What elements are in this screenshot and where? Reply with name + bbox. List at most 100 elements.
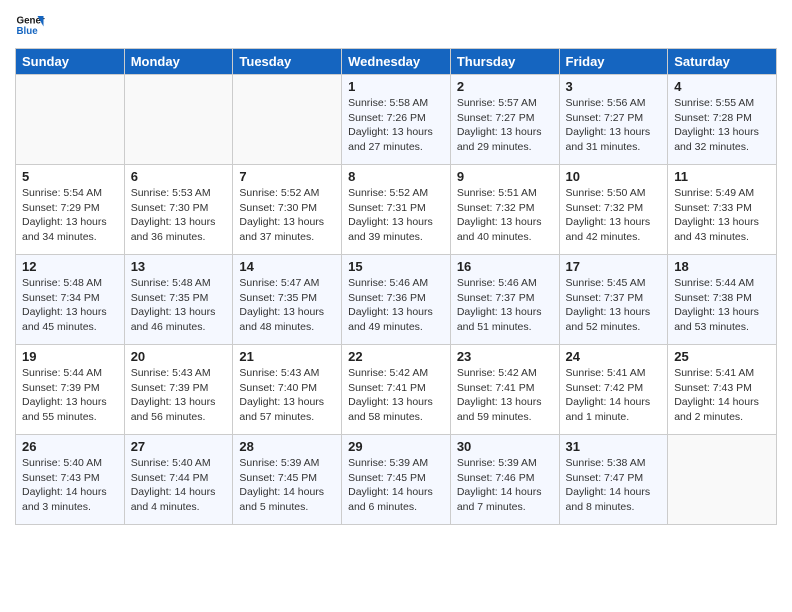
- day-info: Sunrise: 5:41 AMSunset: 7:43 PMDaylight:…: [674, 366, 770, 425]
- week-row-5: 26 Sunrise: 5:40 AMSunset: 7:43 PMDaylig…: [16, 435, 777, 525]
- day-number: 15: [348, 259, 444, 274]
- day-info: Sunrise: 5:47 AMSunset: 7:35 PMDaylight:…: [239, 276, 335, 335]
- day-info: Sunrise: 5:46 AMSunset: 7:37 PMDaylight:…: [457, 276, 553, 335]
- day-info: Sunrise: 5:42 AMSunset: 7:41 PMDaylight:…: [457, 366, 553, 425]
- column-header-sunday: Sunday: [16, 49, 125, 75]
- day-info: Sunrise: 5:51 AMSunset: 7:32 PMDaylight:…: [457, 186, 553, 245]
- day-info: Sunrise: 5:49 AMSunset: 7:33 PMDaylight:…: [674, 186, 770, 245]
- week-row-3: 12 Sunrise: 5:48 AMSunset: 7:34 PMDaylig…: [16, 255, 777, 345]
- day-info: Sunrise: 5:53 AMSunset: 7:30 PMDaylight:…: [131, 186, 227, 245]
- day-cell: 15 Sunrise: 5:46 AMSunset: 7:36 PMDaylig…: [342, 255, 451, 345]
- day-info: Sunrise: 5:43 AMSunset: 7:39 PMDaylight:…: [131, 366, 227, 425]
- day-number: 5: [22, 169, 118, 184]
- day-cell: 13 Sunrise: 5:48 AMSunset: 7:35 PMDaylig…: [124, 255, 233, 345]
- day-info: Sunrise: 5:39 AMSunset: 7:45 PMDaylight:…: [348, 456, 444, 515]
- calendar-body: 1 Sunrise: 5:58 AMSunset: 7:26 PMDayligh…: [16, 75, 777, 525]
- day-cell: 12 Sunrise: 5:48 AMSunset: 7:34 PMDaylig…: [16, 255, 125, 345]
- day-number: 25: [674, 349, 770, 364]
- day-info: Sunrise: 5:56 AMSunset: 7:27 PMDaylight:…: [566, 96, 662, 155]
- day-cell: 30 Sunrise: 5:39 AMSunset: 7:46 PMDaylig…: [450, 435, 559, 525]
- day-cell: 25 Sunrise: 5:41 AMSunset: 7:43 PMDaylig…: [668, 345, 777, 435]
- day-info: Sunrise: 5:41 AMSunset: 7:42 PMDaylight:…: [566, 366, 662, 425]
- day-number: 16: [457, 259, 553, 274]
- day-info: Sunrise: 5:42 AMSunset: 7:41 PMDaylight:…: [348, 366, 444, 425]
- day-cell: 26 Sunrise: 5:40 AMSunset: 7:43 PMDaylig…: [16, 435, 125, 525]
- week-row-1: 1 Sunrise: 5:58 AMSunset: 7:26 PMDayligh…: [16, 75, 777, 165]
- day-cell: 5 Sunrise: 5:54 AMSunset: 7:29 PMDayligh…: [16, 165, 125, 255]
- day-info: Sunrise: 5:54 AMSunset: 7:29 PMDaylight:…: [22, 186, 118, 245]
- day-number: 20: [131, 349, 227, 364]
- day-info: Sunrise: 5:39 AMSunset: 7:46 PMDaylight:…: [457, 456, 553, 515]
- calendar-table: SundayMondayTuesdayWednesdayThursdayFrid…: [15, 48, 777, 525]
- day-info: Sunrise: 5:55 AMSunset: 7:28 PMDaylight:…: [674, 96, 770, 155]
- day-cell: 10 Sunrise: 5:50 AMSunset: 7:32 PMDaylig…: [559, 165, 668, 255]
- day-number: 11: [674, 169, 770, 184]
- column-header-tuesday: Tuesday: [233, 49, 342, 75]
- svg-text:Blue: Blue: [17, 26, 39, 37]
- column-header-monday: Monday: [124, 49, 233, 75]
- logo: General Blue: [15, 10, 45, 40]
- day-number: 23: [457, 349, 553, 364]
- day-cell: 2 Sunrise: 5:57 AMSunset: 7:27 PMDayligh…: [450, 75, 559, 165]
- day-number: 28: [239, 439, 335, 454]
- day-info: Sunrise: 5:43 AMSunset: 7:40 PMDaylight:…: [239, 366, 335, 425]
- day-info: Sunrise: 5:38 AMSunset: 7:47 PMDaylight:…: [566, 456, 662, 515]
- day-cell: 20 Sunrise: 5:43 AMSunset: 7:39 PMDaylig…: [124, 345, 233, 435]
- day-number: 14: [239, 259, 335, 274]
- day-info: Sunrise: 5:40 AMSunset: 7:43 PMDaylight:…: [22, 456, 118, 515]
- day-number: 19: [22, 349, 118, 364]
- day-info: Sunrise: 5:52 AMSunset: 7:30 PMDaylight:…: [239, 186, 335, 245]
- day-cell: 27 Sunrise: 5:40 AMSunset: 7:44 PMDaylig…: [124, 435, 233, 525]
- day-info: Sunrise: 5:45 AMSunset: 7:37 PMDaylight:…: [566, 276, 662, 335]
- day-info: Sunrise: 5:58 AMSunset: 7:26 PMDaylight:…: [348, 96, 444, 155]
- day-info: Sunrise: 5:52 AMSunset: 7:31 PMDaylight:…: [348, 186, 444, 245]
- day-number: 31: [566, 439, 662, 454]
- day-info: Sunrise: 5:46 AMSunset: 7:36 PMDaylight:…: [348, 276, 444, 335]
- day-number: 13: [131, 259, 227, 274]
- column-header-friday: Friday: [559, 49, 668, 75]
- day-cell: 11 Sunrise: 5:49 AMSunset: 7:33 PMDaylig…: [668, 165, 777, 255]
- day-cell: [124, 75, 233, 165]
- day-number: 8: [348, 169, 444, 184]
- day-info: Sunrise: 5:40 AMSunset: 7:44 PMDaylight:…: [131, 456, 227, 515]
- day-number: 17: [566, 259, 662, 274]
- day-number: 26: [22, 439, 118, 454]
- day-info: Sunrise: 5:57 AMSunset: 7:27 PMDaylight:…: [457, 96, 553, 155]
- day-number: 6: [131, 169, 227, 184]
- column-header-thursday: Thursday: [450, 49, 559, 75]
- day-cell: 4 Sunrise: 5:55 AMSunset: 7:28 PMDayligh…: [668, 75, 777, 165]
- day-cell: 16 Sunrise: 5:46 AMSunset: 7:37 PMDaylig…: [450, 255, 559, 345]
- day-number: 30: [457, 439, 553, 454]
- day-info: Sunrise: 5:39 AMSunset: 7:45 PMDaylight:…: [239, 456, 335, 515]
- day-number: 4: [674, 79, 770, 94]
- day-info: Sunrise: 5:48 AMSunset: 7:35 PMDaylight:…: [131, 276, 227, 335]
- day-number: 7: [239, 169, 335, 184]
- day-cell: 18 Sunrise: 5:44 AMSunset: 7:38 PMDaylig…: [668, 255, 777, 345]
- week-row-2: 5 Sunrise: 5:54 AMSunset: 7:29 PMDayligh…: [16, 165, 777, 255]
- day-cell: 17 Sunrise: 5:45 AMSunset: 7:37 PMDaylig…: [559, 255, 668, 345]
- day-cell: 1 Sunrise: 5:58 AMSunset: 7:26 PMDayligh…: [342, 75, 451, 165]
- day-cell: 6 Sunrise: 5:53 AMSunset: 7:30 PMDayligh…: [124, 165, 233, 255]
- day-cell: 21 Sunrise: 5:43 AMSunset: 7:40 PMDaylig…: [233, 345, 342, 435]
- day-number: 12: [22, 259, 118, 274]
- day-number: 3: [566, 79, 662, 94]
- day-number: 2: [457, 79, 553, 94]
- day-number: 18: [674, 259, 770, 274]
- day-cell: 24 Sunrise: 5:41 AMSunset: 7:42 PMDaylig…: [559, 345, 668, 435]
- day-cell: 22 Sunrise: 5:42 AMSunset: 7:41 PMDaylig…: [342, 345, 451, 435]
- header-row: SundayMondayTuesdayWednesdayThursdayFrid…: [16, 49, 777, 75]
- day-number: 1: [348, 79, 444, 94]
- day-cell: 8 Sunrise: 5:52 AMSunset: 7:31 PMDayligh…: [342, 165, 451, 255]
- day-info: Sunrise: 5:44 AMSunset: 7:39 PMDaylight:…: [22, 366, 118, 425]
- day-cell: 23 Sunrise: 5:42 AMSunset: 7:41 PMDaylig…: [450, 345, 559, 435]
- day-cell: 3 Sunrise: 5:56 AMSunset: 7:27 PMDayligh…: [559, 75, 668, 165]
- day-number: 24: [566, 349, 662, 364]
- page-header: General Blue: [15, 10, 777, 40]
- day-number: 9: [457, 169, 553, 184]
- day-number: 10: [566, 169, 662, 184]
- day-info: Sunrise: 5:48 AMSunset: 7:34 PMDaylight:…: [22, 276, 118, 335]
- day-number: 22: [348, 349, 444, 364]
- day-number: 27: [131, 439, 227, 454]
- day-cell: 14 Sunrise: 5:47 AMSunset: 7:35 PMDaylig…: [233, 255, 342, 345]
- day-cell: [233, 75, 342, 165]
